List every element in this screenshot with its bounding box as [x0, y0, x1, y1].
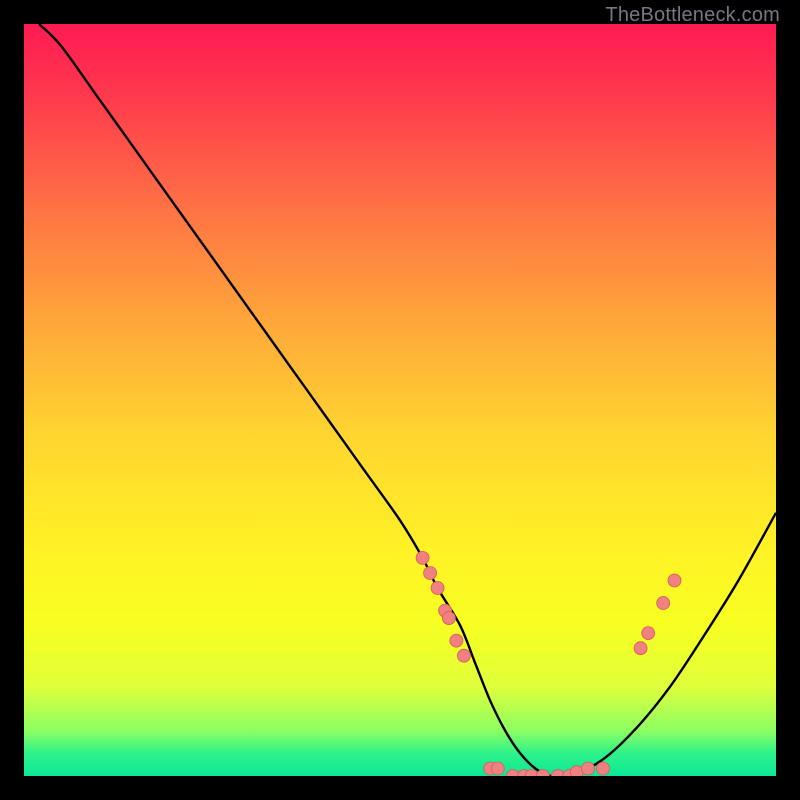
- chart-plot-area: [24, 24, 776, 776]
- gradient-background: [24, 24, 776, 776]
